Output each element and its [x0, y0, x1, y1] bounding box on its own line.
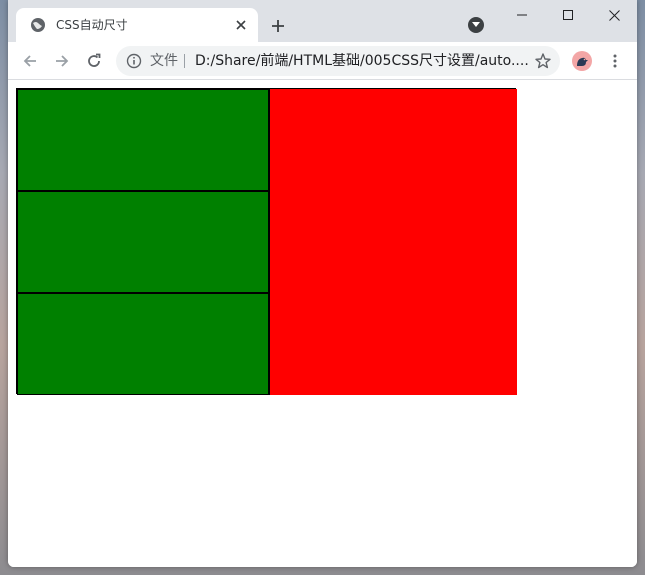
- forward-button[interactable]: [50, 49, 74, 73]
- browser-toolbar: 文件 D:/Share/前端/HTML基础/005CSS尺寸设置/auto...…: [8, 42, 637, 80]
- outer-container: [16, 88, 517, 395]
- close-icon: [608, 9, 620, 21]
- tab-css-auto-size[interactable]: CSS自动尺寸: [16, 8, 258, 42]
- browser-menu-button[interactable]: [604, 49, 626, 73]
- maximize-icon: [563, 10, 573, 20]
- tab-strip: CSS自动尺寸: [8, 0, 637, 42]
- omnibox-separator: [184, 54, 185, 68]
- chevron-down-icon: [472, 22, 480, 27]
- green-box-2: [17, 191, 269, 293]
- url-text[interactable]: D:/Share/前端/HTML基础/005CSS尺寸设置/auto....: [195, 53, 531, 69]
- minimize-icon: [517, 14, 527, 16]
- kebab-menu-icon: [613, 54, 617, 68]
- star-icon[interactable]: [534, 52, 552, 70]
- browser-window: CSS自动尺寸 文件 D:/Share/前端/HTML基础/005CSS尺寸设置…: [8, 0, 637, 567]
- maximize-button[interactable]: [545, 0, 591, 30]
- scheme-label: 文件: [150, 53, 178, 69]
- minimize-button[interactable]: [499, 0, 545, 30]
- reload-button[interactable]: [82, 49, 106, 73]
- back-button[interactable]: [18, 49, 42, 73]
- green-box-1: [17, 89, 269, 191]
- back-arrow-icon: [23, 55, 36, 67]
- tab-title: CSS自动尺寸: [56, 18, 128, 32]
- green-box-3: [17, 293, 269, 395]
- window-close-button[interactable]: [591, 0, 637, 30]
- red-box: [269, 89, 517, 395]
- address-bar[interactable]: 文件 D:/Share/前端/HTML基础/005CSS尺寸设置/auto...…: [116, 46, 560, 76]
- profile-avatar-button[interactable]: [572, 51, 592, 71]
- globe-icon: [31, 18, 45, 32]
- reload-icon: [88, 53, 101, 67]
- page-viewport: [8, 80, 637, 567]
- tab-search-button[interactable]: [468, 17, 484, 33]
- left-column: [17, 89, 269, 395]
- forward-arrow-icon: [56, 55, 69, 67]
- avatar-icon: [577, 57, 588, 66]
- tab-close-button[interactable]: [232, 16, 250, 34]
- info-icon[interactable]: [126, 53, 142, 69]
- new-tab-button[interactable]: [266, 14, 290, 38]
- close-icon: [236, 20, 246, 30]
- plus-icon: [272, 20, 284, 32]
